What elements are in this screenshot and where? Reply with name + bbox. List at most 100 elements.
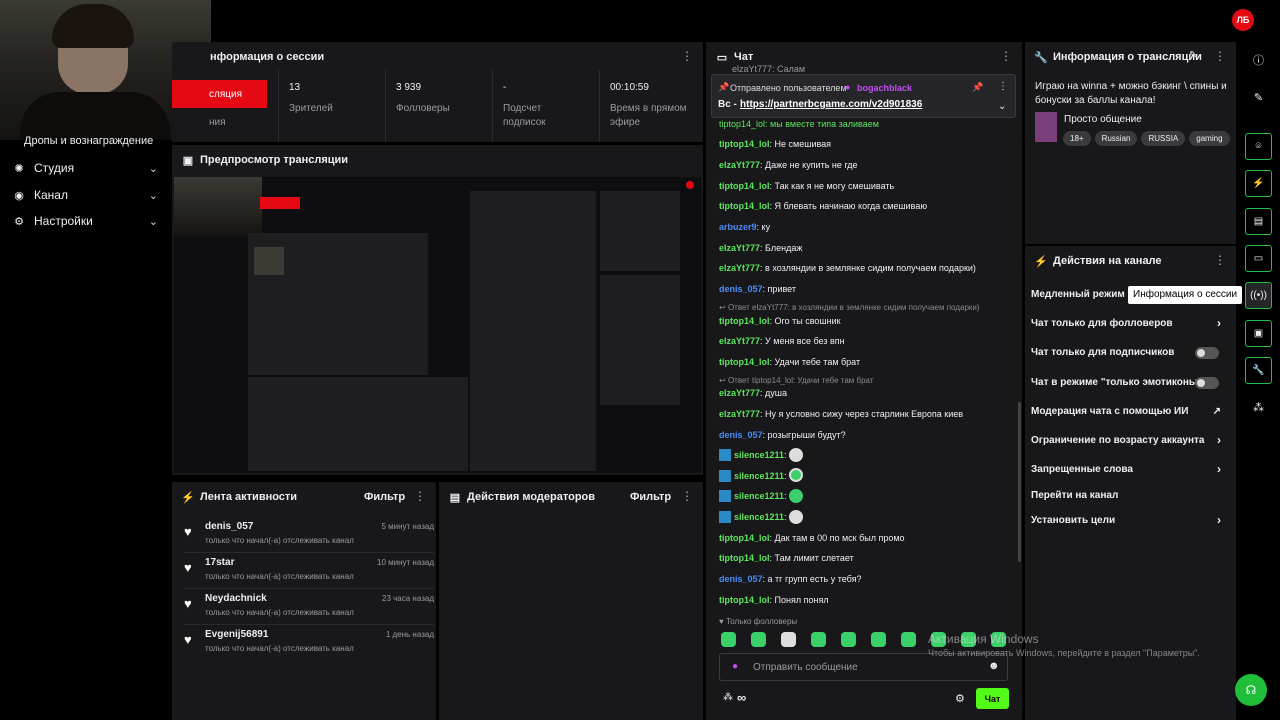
reply-reference[interactable]: ↩ Ответ tiptop14_lol: Удачи тебе там бра… xyxy=(719,376,874,385)
emote-button[interactable] xyxy=(781,632,796,647)
chat-user[interactable]: silence1211 xyxy=(734,512,784,522)
chat-rail-button[interactable]: ▭ xyxy=(1245,245,1272,272)
chat-text: Так как я не могу смешивать xyxy=(774,181,895,191)
stream-headline: Играю на winna + можно бэкинг \ спины и … xyxy=(1035,81,1227,106)
chat-user[interactable]: arbuzer9 xyxy=(719,222,757,232)
chat-user[interactable]: tiptop14_lol xyxy=(719,533,770,543)
chat-user[interactable]: elzaYt777 xyxy=(719,160,760,170)
chat-user[interactable]: elzaYt777 xyxy=(719,336,760,346)
app-logo[interactable]: ЛБ xyxy=(1232,9,1254,31)
more-icon[interactable]: ⋮ xyxy=(998,81,1008,92)
stat-label: Зрителей xyxy=(289,103,333,114)
tag[interactable]: gaming xyxy=(1189,131,1230,146)
more-icon[interactable]: ⋮ xyxy=(1214,254,1226,266)
chat-user[interactable]: tiptop14_lol xyxy=(719,181,770,191)
action-go-to-channel[interactable]: Перейти на канал xyxy=(1031,485,1227,505)
emote-button[interactable] xyxy=(901,632,916,647)
action-emotes-only[interactable]: Чат в режиме "только эмотиконы" xyxy=(1031,372,1227,392)
chat-user[interactable]: elzaYt777 xyxy=(719,263,760,273)
stat-value: 13 xyxy=(289,82,301,93)
chat-user[interactable]: elzaYt777 xyxy=(719,409,760,419)
more-icon[interactable]: ⋮ xyxy=(681,50,693,62)
panel-title: Лента активности xyxy=(200,491,298,503)
emote-button[interactable] xyxy=(721,632,736,647)
category-thumbnail[interactable] xyxy=(1035,112,1057,142)
wrench-rail-button[interactable]: 🔧 xyxy=(1245,357,1272,384)
chat-user[interactable]: denis_057 xyxy=(719,284,763,294)
support-button[interactable]: ☊ xyxy=(1235,674,1267,706)
document-rail-button[interactable]: ▤ xyxy=(1245,208,1272,235)
activity-desc: только что начал(-а) отслеживать канал xyxy=(205,536,354,545)
chat-user[interactable]: silence1211 xyxy=(734,450,784,460)
action-subscribers-only[interactable]: Чат только для подписчиков xyxy=(1031,342,1227,362)
activity-time: 5 минут назад xyxy=(381,522,434,531)
chat-user[interactable]: elzaYt777 xyxy=(719,243,760,253)
toggle-switch[interactable] xyxy=(1195,347,1219,359)
more-icon[interactable]: ⋮ xyxy=(681,490,693,502)
chat-user[interactable]: tiptop14_lol xyxy=(719,595,770,605)
filter-button[interactable]: Фильтр xyxy=(364,491,405,503)
chat-user[interactable]: tiptop14_lol xyxy=(719,316,770,326)
activity-user[interactable]: Neydachnick xyxy=(205,593,267,604)
emote-button[interactable] xyxy=(871,632,886,647)
tag[interactable]: RUSSIA xyxy=(1141,131,1186,146)
action-banned-words[interactable]: Запрещенные слова › xyxy=(1031,459,1227,479)
points-icon[interactable]: ⁂ xyxy=(723,692,733,703)
panel-title: Чат xyxy=(734,51,754,63)
pinned-link[interactable]: https://partnerbcgame.com/v2d901836 xyxy=(740,99,922,110)
pencil-icon[interactable]: ✎ xyxy=(1189,50,1197,61)
mic-icon[interactable]: ● xyxy=(732,661,738,672)
activity-user[interactable]: Evgenij56891 xyxy=(205,629,268,640)
pencil-icon[interactable]: ✎ xyxy=(1245,84,1272,111)
chevron-right-icon: › xyxy=(1217,316,1221,330)
action-age-restriction[interactable]: Ограничение по возрасту аккаунта › xyxy=(1031,430,1227,450)
chevron-right-icon: › xyxy=(1217,462,1221,476)
session-info-rail-button[interactable]: ⌾ xyxy=(1245,133,1272,160)
lightning-rail-button[interactable]: ⚡ xyxy=(1245,170,1272,197)
tag[interactable]: 18+ xyxy=(1063,131,1091,146)
pinned-by-user[interactable]: bogachblack xyxy=(857,83,912,93)
gear-icon[interactable]: ⚙ xyxy=(955,692,965,705)
activity-user[interactable]: 17star xyxy=(205,557,234,568)
sidebar-item-settings[interactable]: ⚙ Настройки ⌄ xyxy=(0,209,172,233)
activity-user[interactable]: denis_057 xyxy=(205,521,253,532)
pinned-message[interactable]: 📌 Отправлено пользователем ● bogachblack… xyxy=(711,74,1016,118)
chat-user[interactable]: tiptop14_lol xyxy=(719,553,770,563)
chat-user[interactable]: silence1211 xyxy=(734,491,784,501)
chat-user[interactable]: silence1211 xyxy=(734,471,784,481)
tag[interactable]: Russian xyxy=(1094,131,1138,146)
toggle-switch[interactable] xyxy=(1195,377,1219,389)
more-icon[interactable]: ⋮ xyxy=(414,490,426,502)
sidebar-item-channel[interactable]: ◉ Канал ⌄ xyxy=(0,183,172,207)
chat-user[interactable]: tiptop14_lol xyxy=(719,139,770,149)
emoji-icon[interactable]: ☻ xyxy=(988,660,1000,672)
chat-user[interactable]: tiptop14_lol xyxy=(719,357,770,367)
chat-user[interactable]: tiptop14_lol xyxy=(719,201,770,211)
emote-button[interactable] xyxy=(841,632,856,647)
action-followers-only[interactable]: Чат только для фолловеров › xyxy=(1031,313,1227,333)
send-button[interactable]: Чат xyxy=(976,688,1009,709)
points-icon[interactable]: ⁂ xyxy=(1245,394,1272,421)
category-name[interactable]: Просто общение xyxy=(1064,114,1142,125)
chat-user[interactable]: elzaYt777 xyxy=(719,388,760,398)
unpin-icon[interactable]: 📌 xyxy=(972,82,983,93)
broadcast-rail-button[interactable]: ((•)) xyxy=(1245,282,1272,309)
reply-reference[interactable]: ↩ Ответ elzaYt777: в хозляндии в землянк… xyxy=(719,303,980,312)
info-icon[interactable]: ⓘ xyxy=(1245,46,1272,73)
chat-user[interactable]: denis_057 xyxy=(719,574,763,584)
layout-rail-button[interactable]: ▣ xyxy=(1245,320,1272,347)
live-button[interactable]: сляция xyxy=(172,80,267,108)
sidebar-item-drops-partial[interactable]: Дропы и вознаграждение xyxy=(24,135,153,147)
mic-icon: ● xyxy=(845,82,851,92)
emote-button[interactable] xyxy=(811,632,826,647)
chevron-down-icon[interactable]: ⌄ xyxy=(998,101,1006,112)
action-set-goals[interactable]: Установить цели › xyxy=(1031,510,1227,530)
sidebar-item-studio[interactable]: ✺ Студия ⌄ xyxy=(0,156,172,180)
chat-user[interactable]: denis_057 xyxy=(719,430,763,440)
more-icon[interactable]: ⋮ xyxy=(1000,50,1012,62)
chat-text: душа xyxy=(765,388,788,398)
filter-button[interactable]: Фильтр xyxy=(630,491,671,503)
more-icon[interactable]: ⋮ xyxy=(1214,50,1226,62)
emote-button[interactable] xyxy=(751,632,766,647)
action-ai-moderation[interactable]: Модерация чата с помощью ИИ ↗ xyxy=(1031,401,1227,421)
